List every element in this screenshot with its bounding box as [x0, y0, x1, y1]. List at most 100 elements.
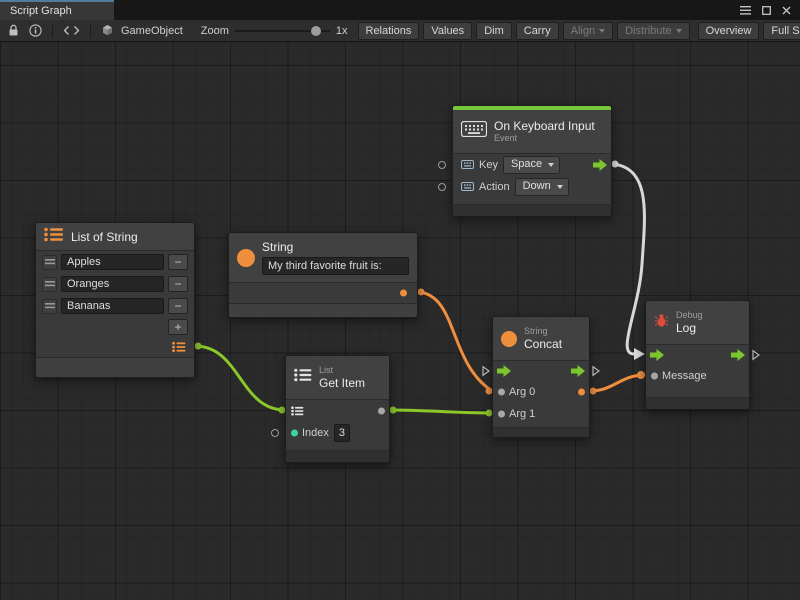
- index-unconnected-port[interactable]: [271, 429, 279, 437]
- arg0-row: Arg 0: [493, 381, 589, 403]
- list-input-port[interactable]: [291, 406, 304, 416]
- fullscreen-button[interactable]: Full Screen: [763, 22, 800, 40]
- list-item-field[interactable]: Oranges: [61, 276, 164, 292]
- graph-canvas[interactable]: On Keyboard Input Event Key Space Action…: [0, 42, 800, 600]
- node-concat[interactable]: String Concat Arg 0 Arg 1: [492, 316, 590, 438]
- toolbar-divider: [90, 24, 91, 38]
- index-label: Index: [302, 427, 329, 439]
- node-footer: [453, 204, 611, 216]
- add-item-row: +: [36, 317, 194, 337]
- zoom-slider-handle[interactable]: [311, 26, 321, 36]
- item-output-port[interactable]: [378, 408, 385, 415]
- overview-label: Overview: [706, 25, 752, 37]
- node-debug-log[interactable]: Debug Log Message: [645, 300, 750, 410]
- action-dropdown[interactable]: Down: [515, 178, 569, 196]
- drag-handle-icon[interactable]: [42, 299, 57, 314]
- value-wire-string-to-concat[interactable]: [418, 289, 493, 395]
- window-menu-icon[interactable]: [740, 6, 751, 15]
- list-icon: [44, 227, 64, 247]
- key-dropdown[interactable]: Space: [503, 156, 560, 174]
- list-item-row: Apples −: [36, 251, 194, 273]
- key-dropdown-value: Space: [511, 158, 542, 170]
- control-row: [646, 345, 749, 365]
- string-value-field[interactable]: My third favorite fruit is:: [262, 257, 409, 275]
- arg1-input-port[interactable]: [498, 411, 505, 418]
- node-header: Debug Log: [646, 301, 749, 345]
- fullscreen-label: Full Screen: [771, 25, 800, 37]
- node-on-keyboard-input[interactable]: On Keyboard Input Event Key Space Action…: [452, 105, 612, 217]
- tab-script-graph[interactable]: Script Graph: [0, 0, 114, 20]
- index-value-field[interactable]: 3: [334, 424, 350, 442]
- titlebar: Script Graph: [0, 0, 800, 20]
- control-output-port[interactable]: [593, 159, 607, 171]
- control-wire-keyboard-to-log[interactable]: [612, 161, 646, 361]
- node-category: List: [319, 365, 365, 376]
- lock-button[interactable]: [5, 20, 22, 41]
- node-get-item[interactable]: List Get Item Index 3: [285, 355, 390, 463]
- list-output-port[interactable]: [172, 342, 186, 353]
- remove-item-button[interactable]: −: [168, 298, 188, 314]
- node-header: String My third favorite fruit is:: [229, 233, 417, 283]
- dropdown-caret-icon: [548, 163, 554, 167]
- remove-item-button[interactable]: −: [168, 276, 188, 292]
- script-graph-window: Script Graph GameObject Zoom 1x Relation…: [0, 0, 800, 600]
- list-item-field[interactable]: Apples: [61, 254, 164, 270]
- align-caret-icon: [599, 29, 605, 33]
- add-item-button[interactable]: +: [168, 319, 188, 335]
- node-footer: [646, 397, 749, 409]
- node-footer: [493, 427, 589, 437]
- key-port-icon[interactable]: [461, 156, 474, 174]
- list-input-row: [286, 400, 389, 422]
- control-wire-arrowhead-icon: [634, 348, 645, 360]
- dim-button[interactable]: Dim: [476, 22, 512, 40]
- key-unconnected-port[interactable]: [438, 161, 446, 169]
- relations-button[interactable]: Relations: [358, 22, 420, 40]
- window-close-icon[interactable]: [782, 6, 791, 15]
- dropdown-caret-icon: [557, 185, 563, 189]
- window-maximize-icon[interactable]: [762, 6, 771, 15]
- align-button: Align: [563, 22, 613, 40]
- message-label: Message: [662, 370, 707, 382]
- control-output-port[interactable]: [571, 365, 585, 377]
- drag-handle-icon[interactable]: [42, 255, 57, 270]
- node-header: List of String: [36, 223, 194, 251]
- value-wire-getitem-to-concat[interactable]: [390, 407, 493, 417]
- list-icon-white: [294, 368, 312, 387]
- distribute-button: Distribute: [617, 22, 689, 40]
- arg0-input-port[interactable]: [498, 389, 505, 396]
- key-label: Key: [479, 159, 498, 171]
- string-type-icon: [501, 331, 517, 347]
- info-button[interactable]: [26, 20, 45, 41]
- zoom-slider[interactable]: [235, 22, 330, 40]
- carry-button[interactable]: Carry: [516, 22, 559, 40]
- node-list-of-string[interactable]: List of String Apples − Oranges − Banana…: [35, 222, 195, 378]
- tab-title: Script Graph: [10, 5, 72, 17]
- list-item-field[interactable]: Bananas: [61, 298, 164, 314]
- relations-label: Relations: [366, 25, 412, 37]
- message-input-port[interactable]: [651, 373, 658, 380]
- list-item-row: Bananas −: [36, 295, 194, 317]
- arg1-label: Arg 1: [509, 408, 535, 420]
- node-category: String: [524, 326, 562, 337]
- distribute-label: Distribute: [625, 25, 671, 37]
- string-output-port[interactable]: [400, 290, 407, 297]
- remove-item-button[interactable]: −: [168, 254, 188, 270]
- result-output-port[interactable]: [578, 389, 585, 396]
- control-input-port[interactable]: [650, 349, 664, 361]
- node-string-literal[interactable]: String My third favorite fruit is:: [228, 232, 418, 318]
- control-input-port[interactable]: [497, 365, 511, 377]
- control-hint-triangle-icon: [752, 350, 760, 361]
- action-dropdown-value: Down: [523, 180, 551, 192]
- control-output-port[interactable]: [731, 349, 745, 361]
- drag-handle-icon[interactable]: [42, 277, 57, 292]
- action-unconnected-port[interactable]: [438, 183, 446, 191]
- overview-button[interactable]: Overview: [698, 22, 760, 40]
- value-wire-list-to-getitem[interactable]: [195, 343, 286, 414]
- action-port-icon[interactable]: [461, 178, 474, 196]
- values-button[interactable]: Values: [423, 22, 472, 40]
- values-label: Values: [431, 25, 464, 37]
- index-input-port[interactable]: [291, 430, 298, 437]
- message-row: Message: [646, 365, 749, 387]
- code-preview-button[interactable]: [60, 20, 83, 41]
- keyboard-icon: [461, 121, 487, 142]
